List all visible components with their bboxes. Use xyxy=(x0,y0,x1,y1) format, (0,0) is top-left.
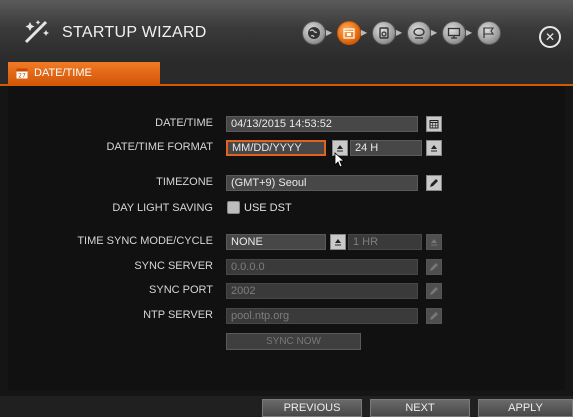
sync-server-field[interactable]: 0.0.0.0 xyxy=(226,259,418,275)
timezone-label: TIMEZONE xyxy=(156,176,213,188)
step-arrow-icon: ▶ xyxy=(396,28,403,37)
triangle-up-icon xyxy=(335,239,341,246)
magic-wand-icon xyxy=(24,20,49,44)
network-icon xyxy=(413,27,425,39)
tab-datetime[interactable]: 27 DATE/TIME xyxy=(8,62,160,84)
step-arrow-icon: ▶ xyxy=(326,28,333,37)
edit-icon xyxy=(430,263,438,271)
sync-server-label: SYNC SERVER xyxy=(134,260,213,272)
wizard-footer: PREVIOUS NEXT APPLY xyxy=(0,396,573,417)
step-arrow-icon: ▶ xyxy=(361,28,368,37)
apply-button[interactable]: APPLY xyxy=(478,399,573,417)
triangle-up-icon xyxy=(431,145,437,152)
next-button[interactable]: NEXT xyxy=(370,399,470,417)
edit-icon xyxy=(430,179,438,187)
sync-cycle-select[interactable]: 1 HR xyxy=(348,234,422,250)
use-dst-checkbox[interactable] xyxy=(227,201,240,214)
sync-now-button[interactable]: SYNC NOW xyxy=(226,333,361,350)
datetime-field[interactable]: 04/13/2015 14:53:52 xyxy=(226,116,418,132)
step-display-icon[interactable] xyxy=(442,21,466,45)
dst-label: DAY LIGHT SAVING xyxy=(112,202,213,214)
datetime-label: DATE/TIME xyxy=(155,117,213,129)
disk-icon xyxy=(379,27,389,39)
triangle-up-icon xyxy=(337,145,343,152)
wizard-header: STARTUP WIZARD ▶ ▶ ▶ ▶ ▶ ✕ xyxy=(0,0,573,63)
datetime-settings-panel: DATE/TIME 04/13/2015 14:53:52 DATE/TIME … xyxy=(8,86,565,390)
datetime-format-label: DATE/TIME FORMAT xyxy=(106,141,213,153)
wizard-title: STARTUP WIZARD xyxy=(62,24,207,41)
sync-port-field[interactable]: 2002 xyxy=(226,283,418,299)
step-finish-icon[interactable] xyxy=(477,21,501,45)
step-arrow-icon: ▶ xyxy=(466,28,473,37)
tab-bar: 27 DATE/TIME xyxy=(0,62,573,86)
step-datetime-icon[interactable] xyxy=(337,21,361,45)
step-arrow-icon: ▶ xyxy=(431,28,438,37)
calendar-icon: 27 xyxy=(16,68,28,80)
time-format-select[interactable]: 24 H xyxy=(350,140,422,156)
ntp-server-label: NTP SERVER xyxy=(143,309,213,321)
use-dst-checkbox-label: USE DST xyxy=(244,202,292,214)
timezone-edit-button[interactable] xyxy=(426,175,442,191)
calendar-icon xyxy=(429,120,439,129)
edit-icon xyxy=(430,312,438,320)
sync-mode-label: TIME SYNC MODE/CYCLE xyxy=(77,235,213,247)
step-network-icon[interactable] xyxy=(407,21,431,45)
step-language-icon[interactable] xyxy=(302,21,326,45)
sync-mode-select[interactable]: NONE xyxy=(226,234,326,250)
previous-button[interactable]: PREVIOUS xyxy=(262,399,362,417)
triangle-up-icon xyxy=(431,239,437,246)
svg-text:27: 27 xyxy=(18,73,26,80)
startup-wizard-window: STARTUP WIZARD ▶ ▶ ▶ ▶ ▶ ✕ 27 DATE/TIME … xyxy=(0,0,573,417)
sync-cycle-dropdown-button[interactable] xyxy=(426,234,442,250)
display-icon xyxy=(447,27,461,39)
date-format-select[interactable]: MM/DD/YYYY xyxy=(226,140,326,156)
mouse-cursor-icon xyxy=(334,152,344,168)
close-icon[interactable]: ✕ xyxy=(539,26,561,48)
ntp-server-edit-button[interactable] xyxy=(426,308,442,324)
language-icon xyxy=(308,27,320,39)
timezone-field[interactable]: (GMT+9) Seoul xyxy=(226,175,418,191)
edit-icon xyxy=(430,287,438,295)
sync-mode-dropdown-button[interactable] xyxy=(330,234,346,250)
time-format-dropdown-button[interactable] xyxy=(426,140,442,156)
calendar-icon xyxy=(343,28,355,39)
ntp-server-field[interactable]: pool.ntp.org xyxy=(226,308,418,324)
finish-flag-icon xyxy=(483,27,495,38)
sync-port-label: SYNC PORT xyxy=(149,284,213,296)
calendar-button[interactable] xyxy=(426,116,442,132)
sync-server-edit-button[interactable] xyxy=(426,259,442,275)
tab-label: DATE/TIME xyxy=(34,67,92,79)
sync-port-edit-button[interactable] xyxy=(426,283,442,299)
step-disk-icon[interactable] xyxy=(372,21,396,45)
